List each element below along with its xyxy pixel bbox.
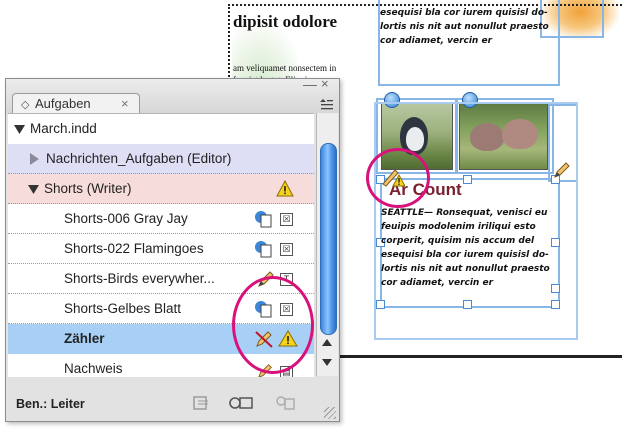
triangle-down-icon[interactable] xyxy=(28,185,39,194)
scroll-up-icon[interactable] xyxy=(322,339,332,346)
checked-out-icon: ☒ xyxy=(280,213,293,226)
highlight-circle-panel xyxy=(232,276,314,374)
scroll-down-icon[interactable] xyxy=(322,359,332,366)
pencil-icon xyxy=(554,162,570,178)
row-label: Nachweis xyxy=(64,361,123,376)
row-label: Shorts-006 Gray Jay xyxy=(64,211,188,226)
close-button[interactable]: × xyxy=(321,76,329,91)
assign-icon[interactable] xyxy=(274,395,296,411)
tab-label: Aufgaben xyxy=(35,96,91,111)
frame-handle[interactable] xyxy=(463,300,472,309)
row-label: Shorts (Writer) xyxy=(44,181,132,196)
row-label: Nachrichten_Aufgaben (Editor) xyxy=(46,151,232,166)
warning-icon xyxy=(276,180,294,197)
linked-document-icon xyxy=(255,241,272,258)
checked-out-icon: ☒ xyxy=(280,243,293,256)
story-text[interactable]: SEATTLE— Ronsequat, venisci eu feuipis m… xyxy=(381,206,550,290)
highlight-circle-page xyxy=(366,148,430,208)
list-item[interactable]: Shorts-022 Flamingoes ☒ xyxy=(8,234,314,264)
frame-handle[interactable] xyxy=(551,300,560,309)
list-item[interactable]: Shorts-006 Gray Jay ☒ xyxy=(8,204,314,234)
linked-document-icon xyxy=(255,211,272,228)
frame-handle[interactable] xyxy=(551,284,560,293)
top-story-text[interactable]: esequisi bla cor iurem quisisl do- lorti… xyxy=(380,6,549,48)
assignment-list[interactable]: March.indd Nachrichten_Aufgaben (Editor)… xyxy=(8,113,314,377)
row-label: Zähler xyxy=(64,331,105,346)
user-label: Ben.: Leiter xyxy=(16,397,85,411)
row-label: Shorts-Birds everywher... xyxy=(64,271,215,286)
row-label: Shorts-Gelbes Blatt xyxy=(64,301,182,316)
triangle-down-icon[interactable] xyxy=(14,125,25,134)
top-right-frame[interactable] xyxy=(540,0,604,38)
row-label: Shorts-022 Flamingoes xyxy=(64,241,204,256)
frame-handle[interactable] xyxy=(551,238,560,247)
list-item[interactable]: Shorts (Writer) xyxy=(8,174,314,204)
frame-handle[interactable] xyxy=(463,175,472,184)
relink-icon[interactable] xyxy=(228,395,254,411)
panel-footer: Ben.: Leiter xyxy=(6,377,339,421)
tab-aufgaben[interactable]: ◇ Aufgaben × xyxy=(12,93,140,114)
scrollbar-thumb[interactable] xyxy=(320,143,337,335)
row-label: March.indd xyxy=(30,121,97,136)
document-heading[interactable]: dipisit odolore xyxy=(233,12,337,32)
resize-grip[interactable] xyxy=(324,407,336,419)
panel-menu-icon[interactable] xyxy=(319,99,333,111)
update-icon[interactable] xyxy=(192,395,212,411)
frame-handle[interactable] xyxy=(376,300,385,309)
page-bottom-rule xyxy=(338,355,622,358)
triangle-right-icon[interactable] xyxy=(30,153,39,165)
scrollbar[interactable] xyxy=(316,113,338,376)
list-item[interactable]: March.indd xyxy=(8,114,314,144)
aufgaben-panel[interactable]: — × ◇ Aufgaben × March.indd Nachrichten_… xyxy=(5,76,340,422)
tab-collapse-icon[interactable]: ◇ xyxy=(21,95,29,115)
minimize-button[interactable]: — xyxy=(303,76,317,92)
list-item[interactable]: Nachrichten_Aufgaben (Editor) xyxy=(8,144,314,174)
tab-close-icon[interactable]: × xyxy=(121,94,129,114)
